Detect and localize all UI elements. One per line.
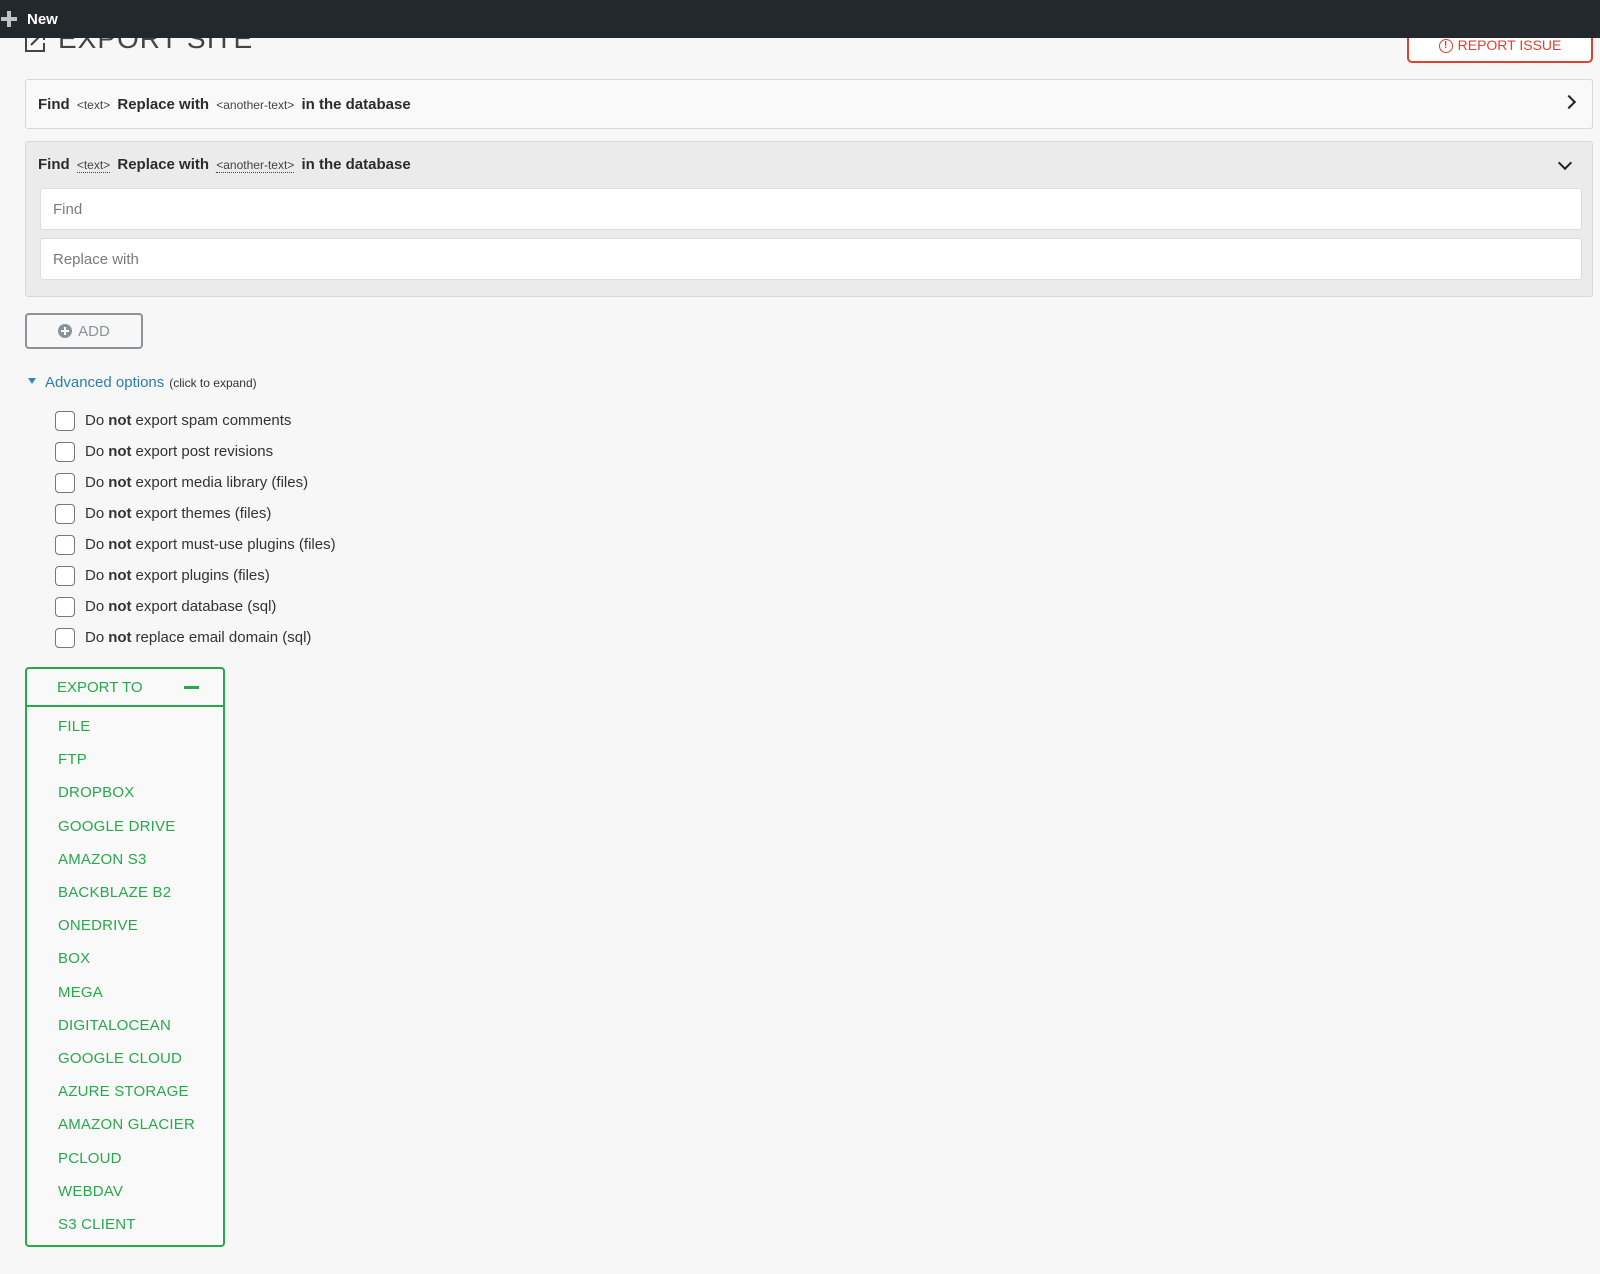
option-checkbox[interactable] bbox=[55, 534, 75, 555]
export-item-google-cloud[interactable]: GOOGLE CLOUD bbox=[27, 1042, 223, 1075]
advanced-options-toggle[interactable]: Advanced options (click to expand) bbox=[28, 374, 257, 391]
option-row: Do not export spam comments bbox=[55, 405, 336, 436]
export-to-toggle[interactable]: EXPORT TO bbox=[27, 669, 223, 707]
export-item-mega[interactable]: MEGA bbox=[27, 976, 223, 1009]
option-checkbox[interactable] bbox=[55, 472, 75, 493]
find-replace-collapsed[interactable]: Find <text> Replace with <another-text> … bbox=[25, 79, 1593, 129]
export-item-digitalocean[interactable]: DIGITALOCEAN bbox=[27, 1009, 223, 1042]
export-item-backblaze-b2[interactable]: BACKBLAZE B2 bbox=[27, 876, 223, 909]
export-item-google-drive[interactable]: GOOGLE DRIVE bbox=[27, 810, 223, 843]
new-content-button[interactable]: New bbox=[0, 0, 66, 38]
export-item-amazon-glacier[interactable]: AMAZON GLACIER bbox=[27, 1108, 223, 1141]
option-row: Do not export plugins (files) bbox=[55, 560, 336, 591]
option-checkbox[interactable] bbox=[55, 565, 75, 586]
report-issue-label: REPORT ISSUE bbox=[1457, 37, 1562, 53]
advanced-options-list: Do not export spam comments Do not export po… bbox=[55, 405, 336, 653]
find-replace-title: Find <text> Replace with <another-text> … bbox=[38, 156, 411, 173]
export-item-pcloud[interactable]: PCLOUD bbox=[27, 1141, 223, 1174]
new-label: New bbox=[27, 10, 58, 28]
option-row: Do not export must-use plugins (files) bbox=[55, 529, 336, 560]
triangle-down-icon bbox=[28, 378, 36, 384]
option-checkbox[interactable] bbox=[55, 441, 75, 462]
advanced-options-label: Advanced options bbox=[45, 374, 165, 391]
option-row: Do not export themes (files) bbox=[55, 498, 336, 529]
option-checkbox[interactable] bbox=[55, 596, 75, 617]
admin-bar: New bbox=[0, 0, 1600, 38]
option-checkbox[interactable] bbox=[55, 627, 75, 648]
advanced-options-hint: (click to expand) bbox=[169, 376, 257, 390]
export-item-file[interactable]: FILE bbox=[27, 710, 223, 743]
option-row: Do not replace email domain (sql) bbox=[55, 622, 336, 653]
export-item-box[interactable]: BOX bbox=[27, 942, 223, 975]
option-checkbox[interactable] bbox=[55, 410, 75, 431]
add-button-label: ADD bbox=[78, 322, 110, 340]
option-row: Do not export post revisions bbox=[55, 436, 336, 467]
alert-icon: ! bbox=[1438, 39, 1453, 53]
export-item-webdav[interactable]: WEBDAV bbox=[27, 1175, 223, 1208]
export-item-s3-client[interactable]: S3 CLIENT bbox=[27, 1208, 223, 1241]
option-row: Do not export media library (files) bbox=[55, 467, 336, 498]
export-item-onedrive[interactable]: ONEDRIVE bbox=[27, 909, 223, 942]
chevron-down-icon[interactable] bbox=[1557, 155, 1573, 171]
export-to-menu: EXPORT TO FILE FTP DROPBOX GOOGLE DRIVE … bbox=[25, 667, 225, 1247]
option-checkbox[interactable] bbox=[55, 503, 75, 524]
find-replace-expanded: Find <text> Replace with <another-text> … bbox=[25, 141, 1593, 297]
export-item-azure-storage[interactable]: AZURE STORAGE bbox=[27, 1075, 223, 1108]
plus-icon bbox=[0, 10, 18, 28]
export-item-dropbox[interactable]: DROPBOX bbox=[27, 776, 223, 809]
add-button[interactable]: ADD bbox=[25, 313, 143, 349]
option-row: Do not export database (sql) bbox=[55, 591, 336, 622]
minus-icon bbox=[184, 686, 199, 689]
export-to-label: EXPORT TO bbox=[57, 678, 143, 696]
replace-input[interactable] bbox=[40, 238, 1582, 280]
export-item-amazon-s3[interactable]: AMAZON S3 bbox=[27, 843, 223, 876]
export-to-list: FILE FTP DROPBOX GOOGLE DRIVE AMAZON S3 … bbox=[27, 707, 223, 1241]
plus-circle-icon bbox=[58, 324, 73, 338]
chevron-right-icon[interactable] bbox=[1561, 94, 1577, 110]
export-item-ftp[interactable]: FTP bbox=[27, 743, 223, 776]
find-input[interactable] bbox=[40, 188, 1582, 230]
find-replace-title: Find <text> Replace with <another-text> … bbox=[38, 95, 411, 113]
